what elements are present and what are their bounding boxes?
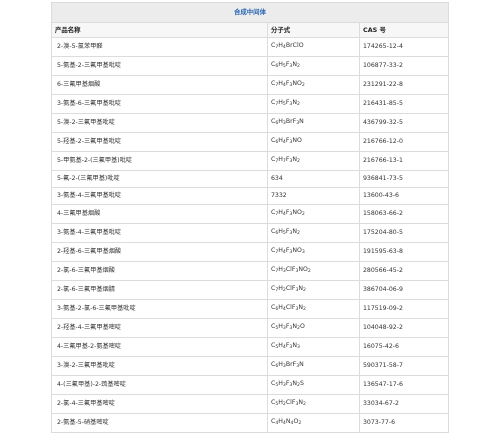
product-name-cell: 2-氯-6-三氟甲基烟酸 bbox=[51, 261, 268, 281]
cas-number-cell: 174265-12-4 bbox=[359, 37, 449, 57]
table-row: 3-氨基-6-三氟甲基吡啶 C7H5F3N2 216431-85-5 bbox=[51, 94, 449, 114]
table-title: 合成中间体 bbox=[51, 2, 449, 23]
product-name-cell: 3-氨基-4-三氟甲基吡啶 bbox=[51, 223, 268, 243]
cas-number-cell: 436799-32-5 bbox=[359, 113, 449, 133]
cas-number-cell: 16075-42-6 bbox=[359, 337, 449, 357]
cas-number-cell: 117519-09-2 bbox=[359, 299, 449, 319]
product-table-container: 合成中间体 产品名称 分子式 CAS 号 2-溴-5-氯苯甲醛 C7H4BrClO… bbox=[51, 2, 449, 433]
table-row: 5-氟-2-(三氟甲基)吡啶 634 936841-73-5 bbox=[51, 170, 449, 188]
table-row: 4-(三氟甲基)-2-巯基嘧啶 C5H3F3N2S 136547-17-6 bbox=[51, 375, 449, 395]
table-row: 2-氯-4-三氟甲基嘧啶 C5H2ClF3N2 33034-67-2 bbox=[51, 394, 449, 414]
formula-cell: C6H5F3N2 bbox=[267, 56, 360, 76]
cas-number-cell: 106877-33-2 bbox=[359, 56, 449, 76]
product-name-cell: 5-羟基-2-三氟甲基吡啶 bbox=[51, 132, 268, 152]
product-name-cell: 4-三氟甲基烟酸 bbox=[51, 204, 268, 224]
table-row: 2-羟基-6-三氟甲基烟酸 C7H4F3NO3 191595-63-8 bbox=[51, 242, 449, 262]
product-table: 合成中间体 产品名称 分子式 CAS 号 2-溴-5-氯苯甲醛 C7H4BrClO… bbox=[51, 2, 449, 433]
product-name-cell: 2-氯-4-三氟甲基嘧啶 bbox=[51, 394, 268, 414]
table-row: 3-氨基-4-三氟甲基吡啶 7332 13600-43-6 bbox=[51, 187, 449, 205]
cas-number-cell: 936841-73-5 bbox=[359, 170, 449, 188]
table-row: 2-氨基-5-硝基嘧啶 C4H4N4O2 3073-77-6 bbox=[51, 413, 449, 433]
product-name-cell: 4-(三氟甲基)-2-巯基嘧啶 bbox=[51, 375, 268, 395]
product-name-cell: 2-溴-5-氯苯甲醛 bbox=[51, 37, 268, 57]
cas-number-cell: 216766-13-1 bbox=[359, 151, 449, 171]
formula-cell: C7H4F3NO2 bbox=[267, 204, 360, 224]
product-name-cell: 3-氨基-6-三氟甲基吡啶 bbox=[51, 94, 268, 114]
formula-cell: C7H4F3NO2 bbox=[267, 75, 360, 95]
table-row: 3-溴-2-三氟甲基吡啶 C6H3BrF3N 590371-58-7 bbox=[51, 356, 449, 376]
table-row: 5-甲氨基-2-(三氟甲基)吡啶 C7H7F3N2 216766-13-1 bbox=[51, 151, 449, 171]
cas-number-cell: 13600-43-6 bbox=[359, 187, 449, 205]
product-name-cell: 3-氨基-2-氯-6-三氟甲基吡啶 bbox=[51, 299, 268, 319]
formula-cell: C7H5F3N2 bbox=[267, 94, 360, 114]
cas-number-cell: 191595-63-8 bbox=[359, 242, 449, 262]
column-header-name: 产品名称 bbox=[51, 22, 268, 38]
formula-cell: C7H2ClF3N2 bbox=[267, 280, 360, 300]
formula-cell: C6H4ClF3N2 bbox=[267, 299, 360, 319]
formula-cell: C6H3BrF3N bbox=[267, 113, 360, 133]
cas-number-cell: 216766-12-0 bbox=[359, 132, 449, 152]
cas-number-cell: 216431-85-5 bbox=[359, 94, 449, 114]
product-name-cell: 5-氟-2-(三氟甲基)吡啶 bbox=[51, 170, 268, 188]
formula-cell: C5H3F3N2O bbox=[267, 318, 360, 338]
cas-number-cell: 175204-80-5 bbox=[359, 223, 449, 243]
formula-cell: C6H3BrF3N bbox=[267, 356, 360, 376]
cas-number-cell: 280566-45-2 bbox=[359, 261, 449, 281]
table-row: 3-氨基-4-三氟甲基吡啶 C6H5F3N2 175204-80-5 bbox=[51, 223, 449, 243]
table-row: 2-溴-5-氯苯甲醛 C7H4BrClO 174265-12-4 bbox=[51, 37, 449, 57]
product-name-cell: 5-溴-2-三氟甲基吡啶 bbox=[51, 113, 268, 133]
product-name-cell: 2-羟基-6-三氟甲基烟酸 bbox=[51, 242, 268, 262]
formula-cell: C7H4F3NO3 bbox=[267, 242, 360, 262]
formula-cell: C5H4F3N3 bbox=[267, 337, 360, 357]
column-header-cas: CAS 号 bbox=[359, 22, 449, 38]
formula-cell: C7H3ClF3NO2 bbox=[267, 261, 360, 281]
formula-cell: C5H3F3N2S bbox=[267, 375, 360, 395]
product-name-cell: 5-甲氨基-2-(三氟甲基)吡啶 bbox=[51, 151, 268, 171]
column-header-formula: 分子式 bbox=[267, 22, 360, 38]
cas-number-cell: 3073-77-6 bbox=[359, 413, 449, 433]
cas-number-cell: 136547-17-6 bbox=[359, 375, 449, 395]
product-name-cell: 2-氨基-5-硝基嘧啶 bbox=[51, 413, 268, 433]
formula-cell: C7H4BrClO bbox=[267, 37, 360, 57]
formula-cell: C7H7F3N2 bbox=[267, 151, 360, 171]
product-name-cell: 3-溴-2-三氟甲基吡啶 bbox=[51, 356, 268, 376]
table-row: 4-三氟甲基烟酸 C7H4F3NO2 158063-66-2 bbox=[51, 204, 449, 224]
cas-number-cell: 158063-66-2 bbox=[359, 204, 449, 224]
table-row: 2-羟基-4-三氟甲基嘧啶 C5H3F3N2O 104048-92-2 bbox=[51, 318, 449, 338]
cas-number-cell: 590371-58-7 bbox=[359, 356, 449, 376]
table-row: 5-氨基-2-三氟甲基吡啶 C6H5F3N2 106877-33-2 bbox=[51, 56, 449, 76]
table-row: 4-三氟甲基-2-氨基嘧啶 C5H4F3N3 16075-42-6 bbox=[51, 337, 449, 357]
product-name-cell: 2-羟基-4-三氟甲基嘧啶 bbox=[51, 318, 268, 338]
product-name-cell: 2-氯-6-三氟甲基烟腈 bbox=[51, 280, 268, 300]
formula-cell: C4H4N4O2 bbox=[267, 413, 360, 433]
table-row: 2-氯-6-三氟甲基烟腈 C7H2ClF3N2 386704-06-9 bbox=[51, 280, 449, 300]
table-header-row: 产品名称 分子式 CAS 号 bbox=[51, 22, 449, 38]
product-name-cell: 5-氨基-2-三氟甲基吡啶 bbox=[51, 56, 268, 76]
cas-number-cell: 33034-67-2 bbox=[359, 394, 449, 414]
formula-cell: 634 bbox=[267, 170, 360, 188]
table-row: 3-氨基-2-氯-6-三氟甲基吡啶 C6H4ClF3N2 117519-09-2 bbox=[51, 299, 449, 319]
table-row: 2-氯-6-三氟甲基烟酸 C7H3ClF3NO2 280566-45-2 bbox=[51, 261, 449, 281]
product-name-cell: 3-氨基-4-三氟甲基吡啶 bbox=[51, 187, 268, 205]
formula-cell: C6H5F3N2 bbox=[267, 223, 360, 243]
table-row: 6-三氟甲基烟酸 C7H4F3NO2 231291-22-8 bbox=[51, 75, 449, 95]
table-title-row: 合成中间体 bbox=[51, 2, 449, 23]
cas-number-cell: 386704-06-9 bbox=[359, 280, 449, 300]
product-name-cell: 6-三氟甲基烟酸 bbox=[51, 75, 268, 95]
table-row: 5-羟基-2-三氟甲基吡啶 C6H4F3NO 216766-12-0 bbox=[51, 132, 449, 152]
table-body: 2-溴-5-氯苯甲醛 C7H4BrClO 174265-12-4 5-氨基-2-三氟甲… bbox=[51, 37, 449, 433]
cas-number-cell: 231291-22-8 bbox=[359, 75, 449, 95]
formula-cell: C5H2ClF3N2 bbox=[267, 394, 360, 414]
cas-number-cell: 104048-92-2 bbox=[359, 318, 449, 338]
formula-cell: 7332 bbox=[267, 187, 360, 205]
product-name-cell: 4-三氟甲基-2-氨基嘧啶 bbox=[51, 337, 268, 357]
formula-cell: C6H4F3NO bbox=[267, 132, 360, 152]
table-row: 5-溴-2-三氟甲基吡啶 C6H3BrF3N 436799-32-5 bbox=[51, 113, 449, 133]
